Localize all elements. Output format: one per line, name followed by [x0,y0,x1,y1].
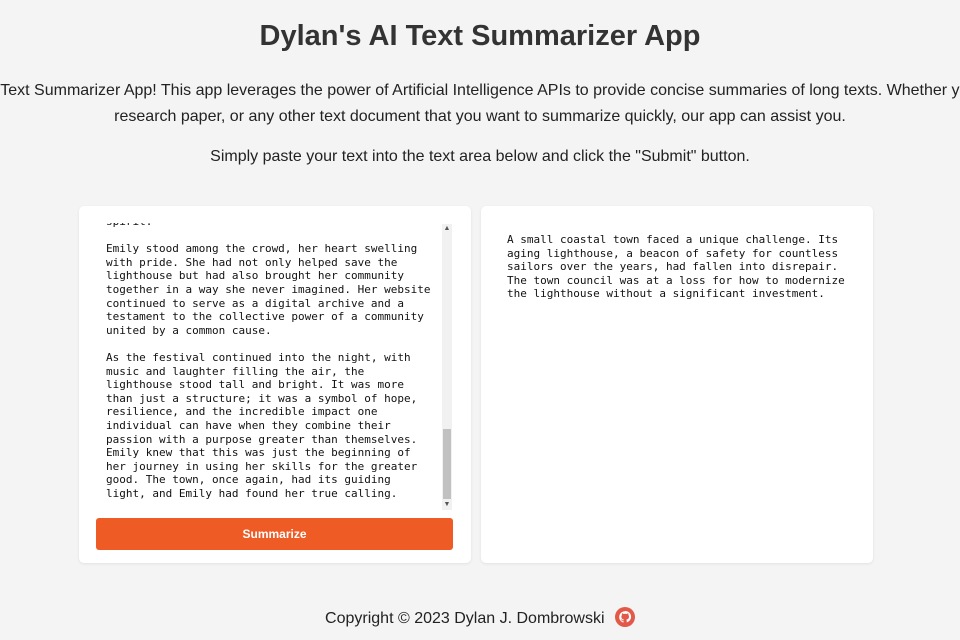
input-textarea-text[interactable]: spirit. Emily stood among the crowd, her… [106,223,436,500]
summarize-button[interactable]: Summarize [96,518,453,550]
input-textarea[interactable]: spirit. Emily stood among the crowd, her… [96,223,454,513]
scroll-down-arrow-icon[interactable]: ▼ [442,500,452,510]
output-card: A small coastal town faced a unique chal… [481,206,873,563]
input-card: spirit. Emily stood among the crowd, her… [79,206,471,563]
copyright-text: Copyright © 2023 Dylan J. Dombrowski [325,610,605,627]
app-root: Dylan's AI Text Summarizer App Welcome t… [0,0,960,640]
intro-paragraph: Welcome to Dylan's AI Text Summarizer Ap… [0,78,960,130]
github-icon[interactable] [614,607,635,627]
instructions-text: Simply paste your text into the text are… [210,148,750,165]
textarea-scrollbar[interactable]: ▲ ▼ [442,224,452,510]
intro-line-1: Welcome to Dylan's AI Text Summarizer Ap… [0,82,960,99]
scroll-up-arrow-icon[interactable]: ▲ [442,224,452,234]
scroll-thumb[interactable] [443,429,451,499]
footer: Copyright © 2023 Dylan J. Dombrowski [0,607,960,628]
intro-line-2: research paper, or any other text docume… [114,108,846,125]
page-title: Dylan's AI Text Summarizer App [259,20,701,52]
summary-output-text: A small coastal town faced a unique chal… [507,233,852,301]
